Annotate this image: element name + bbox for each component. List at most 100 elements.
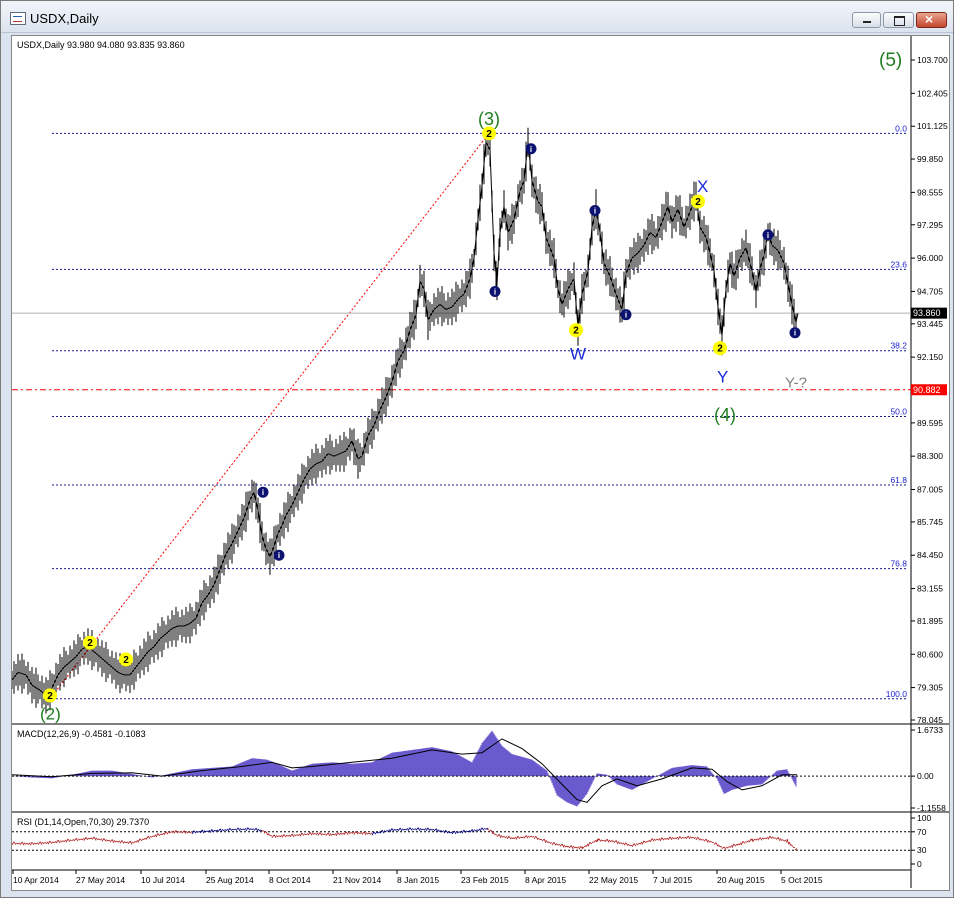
close-icon: × xyxy=(925,11,934,27)
wave-marker-label: 2 xyxy=(123,655,129,666)
rsi-segment xyxy=(643,840,647,844)
key-level-badge: 90.882 xyxy=(911,384,947,396)
rsi-tick-label: 30 xyxy=(917,845,927,855)
rsi-segment xyxy=(301,833,305,836)
price-tick-label: 88.300 xyxy=(917,451,943,461)
rsi-segment xyxy=(661,837,665,841)
rsi-segment xyxy=(181,830,185,834)
rsi-segment xyxy=(373,831,377,835)
wave-annotation: Y xyxy=(717,367,728,386)
rsi-segment xyxy=(281,833,285,838)
rsi-segment xyxy=(689,836,693,839)
last-price-value: 93.860 xyxy=(913,308,941,318)
wave-marker-label: 2 xyxy=(573,326,579,337)
rsi-segment xyxy=(578,845,582,850)
macd-panel[interactable]: MACD(12,26,9) -0.4581 -0.1083 1.6733 0.00… xyxy=(11,725,946,813)
rsi-segment xyxy=(649,838,653,843)
rsi-segment xyxy=(173,830,177,834)
wave-marker-label: i xyxy=(794,329,796,338)
rsi-segment xyxy=(415,827,419,831)
wave-annotation: (4) xyxy=(714,405,736,425)
time-tick-label: 22 May 2015 xyxy=(589,875,638,885)
time-tick-label: 7 Jul 2015 xyxy=(653,875,692,885)
rsi-segment xyxy=(695,836,699,841)
rsi-segment xyxy=(570,845,574,849)
wave-marker-label: 2 xyxy=(486,129,492,140)
rsi-segment xyxy=(75,837,79,842)
close-button[interactable]: × xyxy=(916,11,947,28)
rsi-segment xyxy=(635,843,639,846)
rsi-segment xyxy=(411,828,415,830)
rsi-segment xyxy=(251,828,255,830)
wave-annotation: W xyxy=(570,344,586,363)
rsi-segment xyxy=(568,845,572,849)
rsi-segment xyxy=(738,842,742,846)
rsi-segment xyxy=(337,832,341,836)
chart-area[interactable]: USDX,Daily 93.980 94.080 93.835 93.860 0… xyxy=(11,35,950,891)
rsi-segment xyxy=(633,843,637,847)
rsi-segment xyxy=(103,838,107,842)
rsi-segment xyxy=(783,839,787,842)
rsi-segment xyxy=(589,842,593,845)
rsi-panel[interactable]: RSI (D1,14,Open,70,30) 29.7370 100 70 30 0 xyxy=(11,813,931,869)
rsi-segment xyxy=(498,833,502,839)
wave-marker-label: 2 xyxy=(47,691,53,702)
rsi-tick-label: 100 xyxy=(917,813,931,823)
time-tick-label: 8 Jan 2015 xyxy=(397,875,439,885)
rsi-segment xyxy=(285,834,289,837)
rsi-segment xyxy=(405,828,409,831)
rsi-segment xyxy=(551,841,555,846)
rsi-segment xyxy=(357,832,361,834)
rsi-label: RSI (D1,14,Open,70,30) 29.7370 xyxy=(17,817,149,827)
rsi-segment xyxy=(389,828,393,833)
minimize-button[interactable] xyxy=(852,12,881,28)
price-tick-label: 83.155 xyxy=(917,584,943,594)
macd-ticks: 1.6733 0.00 -1.1558 xyxy=(911,725,946,813)
rsi-segment xyxy=(667,836,671,841)
rsi-segment xyxy=(193,830,197,834)
rsi-segment xyxy=(731,843,735,848)
rsi-segment xyxy=(163,831,167,836)
rsi-segment xyxy=(185,830,189,834)
rsi-segment xyxy=(329,833,333,836)
rsi-segment xyxy=(413,828,417,830)
title-bar[interactable]: USDX,Daily × xyxy=(1,1,953,33)
macd-label: MACD(12,26,9) -0.4581 -0.1083 xyxy=(17,729,146,739)
maximize-button[interactable] xyxy=(883,12,914,28)
rsi-segment xyxy=(101,837,105,842)
rsi-segment xyxy=(111,839,115,844)
rsi-segment xyxy=(481,827,485,831)
rsi-segment xyxy=(273,834,277,839)
rsi-segment xyxy=(677,835,681,840)
fib-level-label: 100.0 xyxy=(886,689,908,699)
rsi-segment xyxy=(53,841,57,843)
rsi-segment xyxy=(693,837,697,839)
rsi-segment xyxy=(608,839,612,843)
key-level-value: 90.882 xyxy=(913,385,941,395)
rsi-segment xyxy=(615,840,619,845)
price-bars xyxy=(11,127,797,714)
rsi-segment xyxy=(777,836,781,842)
wave-marker-label: i xyxy=(594,206,596,215)
rsi-segment xyxy=(563,844,567,848)
rsi-segment xyxy=(523,835,527,839)
fib-level-label: 38.2 xyxy=(890,341,907,351)
minimize-icon xyxy=(863,21,871,23)
rsi-segment xyxy=(341,832,345,835)
usdx-chart[interactable]: USDX,Daily 93.980 94.080 93.835 93.860 0… xyxy=(11,36,949,890)
rsi-segment xyxy=(663,838,667,840)
last-price-badge: 93.860 xyxy=(911,307,947,319)
rsi-segment xyxy=(165,831,169,835)
rsi-segment xyxy=(431,828,435,831)
rsi-segment xyxy=(291,833,295,838)
rsi-segment xyxy=(45,841,49,844)
rsi-segment xyxy=(598,838,602,842)
rsi-segment xyxy=(297,833,301,837)
rsi-segment xyxy=(325,832,329,836)
rsi-segment xyxy=(27,842,31,845)
rsi-segment xyxy=(669,836,673,841)
rsi-segment xyxy=(307,832,311,836)
rsi-segment xyxy=(453,830,457,835)
rsi-segment xyxy=(37,841,41,845)
rsi-segment xyxy=(287,834,291,837)
